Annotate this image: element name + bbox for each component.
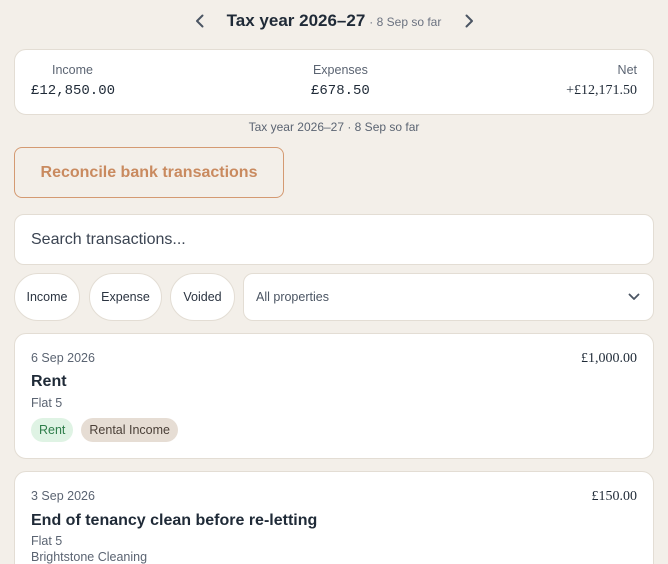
summary-card: Income £12,850.00 Expenses £678.50 Net +… <box>14 49 654 115</box>
tax-year-header: Tax year 2026–27 · 8 Sep so far <box>0 0 668 42</box>
chevron-right-icon <box>465 14 473 28</box>
transaction-date: 3 Sep 2026 <box>31 489 95 503</box>
transaction-property: Flat 5 <box>31 396 63 410</box>
next-year-button[interactable] <box>457 9 481 33</box>
tax-year-title-group: Tax year 2026–27 · 8 Sep so far <box>227 11 442 31</box>
transaction-title: Rent <box>31 373 67 390</box>
transaction-property: Flat 5 <box>31 534 63 548</box>
transaction-card[interactable]: 6 Sep 2026 £1,000.00 Rent Flat 5 Rent Re… <box>14 333 654 459</box>
search-input[interactable] <box>14 214 654 265</box>
transaction-card[interactable]: 3 Sep 2026 £150.00 End of tenancy clean … <box>14 471 654 564</box>
tax-year-subtitle: · 8 Sep so far <box>369 15 442 29</box>
expenses-label: Expenses <box>312 63 368 77</box>
transaction-payee: Brightstone Cleaning <box>31 550 148 564</box>
category-badge: Rental Income <box>81 418 179 442</box>
income-label: Income <box>52 63 93 77</box>
category-badge: Rent <box>31 418 74 442</box>
transaction-tags: Rent Rental Income <box>31 418 179 442</box>
filter-chip-expense[interactable]: Expense <box>89 273 162 321</box>
previous-year-button[interactable] <box>188 9 212 33</box>
transaction-date: 6 Sep 2026 <box>31 351 95 365</box>
summary-caption: Tax year 2026–27 · 8 Sep so far <box>248 120 420 134</box>
transaction-amount: £150.00 <box>591 489 638 504</box>
filter-chip-voided[interactable]: Voided <box>170 273 235 321</box>
net-summary: Net +£12,171.50 <box>566 63 637 99</box>
tax-year-title: Tax year 2026–27 <box>226 11 366 30</box>
expenses-summary: Expenses £678.50 <box>311 63 370 99</box>
income-summary: Income £12,850.00 <box>31 63 115 99</box>
net-value: +£12,171.50 <box>566 83 637 98</box>
property-select[interactable]: All properties <box>243 273 654 321</box>
property-select-value: All properties <box>256 290 329 304</box>
chevron-down-icon <box>628 293 640 300</box>
chevron-left-icon <box>196 14 204 28</box>
income-value: £12,850.00 <box>31 83 116 99</box>
transaction-amount: £1,000.00 <box>581 351 637 366</box>
filter-chip-income[interactable]: Income <box>14 273 80 321</box>
expenses-value: £678.50 <box>311 83 370 99</box>
reconcile-button[interactable]: Reconcile bank transactions <box>14 147 284 198</box>
net-label: Net <box>617 63 637 77</box>
transaction-title: End of tenancy clean before re-letting <box>31 512 318 529</box>
